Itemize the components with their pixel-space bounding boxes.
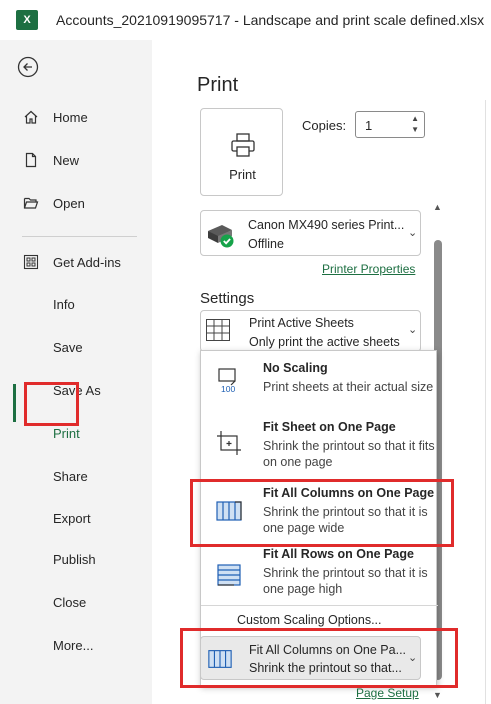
sidebar-item-label: Close (53, 594, 87, 610)
sidebar-item-export[interactable]: Export (0, 503, 152, 533)
chevron-down-icon: ⌄ (408, 324, 418, 336)
sidebar-item-label: Home (53, 109, 88, 125)
sidebar-item-share[interactable]: Share (0, 461, 152, 491)
copies-value: 1 (365, 118, 373, 133)
sidebar-item-save[interactable]: Save (0, 332, 152, 362)
no-scaling-icon-text: 100 (221, 384, 235, 394)
printer-status-icon (206, 221, 236, 249)
settings-heading: Settings (200, 290, 255, 307)
menu-item-no-scaling[interactable]: 100 No Scaling Print sheets at their act… (201, 351, 438, 411)
backstage-sidebar: Home New Open Get Add-ins Info Save Save… (0, 40, 152, 704)
menu-item-fit-sheet[interactable]: Fit Sheet on One Page Shrink the printou… (201, 413, 438, 475)
sidebar-divider (22, 236, 137, 237)
sidebar-item-new[interactable]: New (0, 145, 152, 175)
menu-item-desc: Shrink the printout so that it fits on o… (263, 439, 435, 469)
sidebar-item-get-addins[interactable]: Get Add-ins (0, 247, 152, 277)
scroll-up-icon[interactable]: ▲ (433, 202, 442, 212)
menu-item-desc: Print sheets at their actual size (263, 380, 434, 394)
sidebar-item-info[interactable]: Info (0, 289, 152, 319)
sidebar-item-home[interactable]: Home (0, 102, 152, 132)
highlight-box-scaling-dropdown (180, 628, 458, 688)
highlight-box-print (24, 382, 79, 426)
folder-icon (22, 194, 40, 212)
sidebar-item-publish[interactable]: Publish (0, 544, 152, 574)
sidebar-item-label: Save (53, 339, 83, 355)
highlight-box-fit-columns (190, 479, 454, 547)
selected-indicator (13, 384, 16, 422)
sidebar-item-label: Info (53, 296, 75, 312)
menu-item-title: Fit Sheet on One Page (263, 420, 396, 434)
sidebar-item-label: More... (53, 637, 94, 653)
chevron-down-icon: ⌄ (408, 227, 418, 239)
fit-sheet-icon (215, 429, 243, 457)
sidebar-item-label: Open (53, 195, 85, 211)
page-setup-link[interactable]: Page Setup (356, 686, 419, 700)
printer-status: Offline (248, 237, 284, 251)
copies-label: Copies: (302, 118, 347, 133)
menu-item-desc: Shrink the printout so that it is one pa… (263, 566, 428, 596)
print-button[interactable]: Print (200, 108, 283, 196)
spin-down-icon[interactable]: ▼ (411, 125, 419, 134)
new-document-icon (22, 151, 40, 169)
sidebar-item-label: Share (53, 468, 88, 484)
printer-name: Canon MX490 series Print... (248, 218, 405, 232)
sidebar-item-label: Publish (53, 551, 96, 567)
addins-grid-icon (22, 253, 40, 271)
sidebar-item-more[interactable]: More... (0, 630, 152, 660)
excel-icon: X (16, 10, 38, 30)
sidebar-item-label: Export (53, 510, 91, 526)
preview-pane-edge (485, 100, 486, 704)
sidebar-item-label: Get Add-ins (53, 254, 121, 270)
sidebar-item-label: New (53, 152, 80, 168)
menu-separator (201, 605, 438, 606)
scroll-down-icon[interactable]: ▼ (433, 690, 442, 700)
menu-item-title: No Scaling (263, 361, 328, 375)
printer-icon (229, 131, 257, 159)
sidebar-item-close[interactable]: Close (0, 587, 152, 617)
sidebar-item-open[interactable]: Open (0, 188, 152, 218)
menu-item-title: Fit All Rows on One Page (263, 547, 414, 561)
fit-rows-icon (215, 561, 243, 589)
no-scaling-icon: 100 (215, 367, 243, 395)
home-icon (22, 108, 40, 126)
print-what-dropdown[interactable]: Print Active Sheets Only print the activ… (200, 310, 421, 352)
sidebar-item-label: Print (53, 425, 80, 441)
printer-properties-link[interactable]: Printer Properties (322, 262, 415, 276)
back-arrow-icon[interactable] (17, 56, 39, 78)
print-what-desc: Only print the active sheets (249, 335, 400, 349)
spin-up-icon[interactable]: ▲ (411, 114, 419, 123)
title-bar: X Accounts_20210919095717 - Landscape an… (0, 0, 491, 40)
printer-dropdown[interactable]: Canon MX490 series Print... Offline ⌄ (200, 210, 421, 256)
active-sheets-icon (205, 318, 231, 342)
print-what-title: Print Active Sheets (249, 316, 354, 330)
copies-stepper[interactable]: 1 ▲ ▼ (355, 111, 425, 138)
page-title: Print (197, 74, 239, 96)
menu-item-fit-rows[interactable]: Fit All Rows on One Page Shrink the prin… (201, 543, 438, 603)
custom-scaling-options[interactable]: Custom Scaling Options... (237, 613, 382, 627)
print-button-label: Print (229, 167, 256, 182)
window-title: Accounts_20210919095717 - Landscape and … (56, 12, 485, 28)
